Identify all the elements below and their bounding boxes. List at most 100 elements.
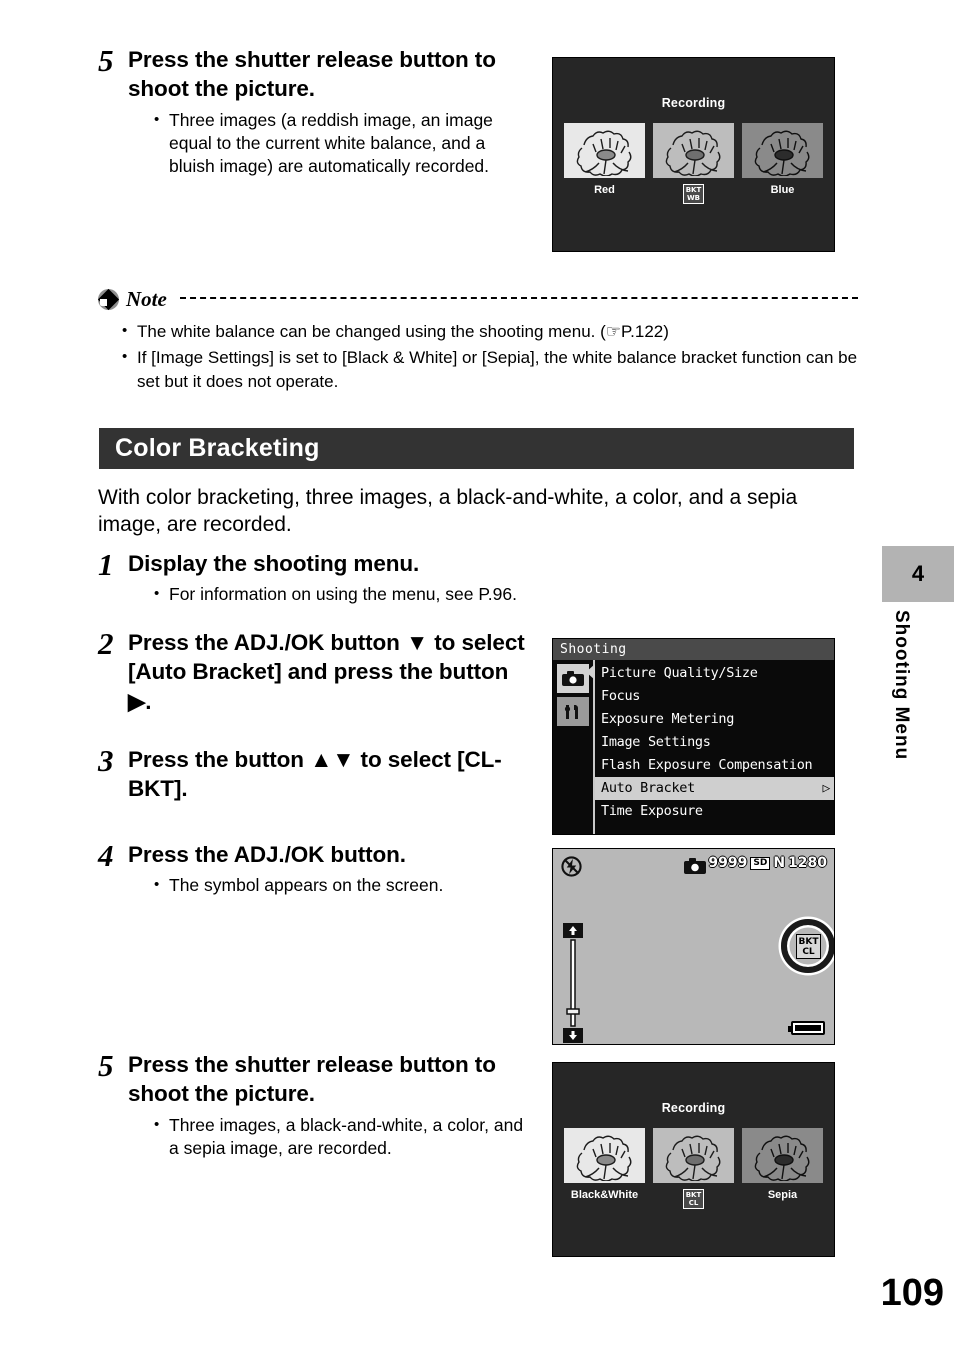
thumbnail-labels: Black&White BKT CL Sepia bbox=[564, 1189, 823, 1209]
page-number: 109 bbox=[880, 1272, 944, 1314]
badge-bottom-text: CL bbox=[688, 1199, 699, 1207]
cl-recording-screenshot: Recording Black&White BKT CL Sepia bbox=[552, 1062, 835, 1257]
bkt-top-text: BKT bbox=[798, 936, 819, 947]
step-number: 1 bbox=[98, 547, 114, 582]
step-bullets: • For information on using the menu, see… bbox=[128, 583, 548, 606]
chapter-tab: 4 bbox=[882, 546, 954, 602]
step-bullets: • Three images, a black-and-white, a col… bbox=[128, 1114, 528, 1161]
step-number: 4 bbox=[98, 838, 114, 873]
battery-icon bbox=[788, 1021, 825, 1035]
step-bullets: • The symbol appears on the screen. bbox=[128, 874, 538, 897]
step-title: Press the button ▲▼ to select [CL-BKT]. bbox=[128, 747, 502, 802]
menu-item-exposure-metering[interactable]: Exposure Metering bbox=[595, 708, 834, 731]
bullet-dot: • bbox=[154, 876, 160, 894]
camera-icon[interactable] bbox=[557, 664, 589, 693]
bkt-cl-icon: BKT CL bbox=[796, 934, 821, 959]
badge-top-text: BKT bbox=[685, 1191, 702, 1199]
recording-label: Recording bbox=[661, 96, 726, 110]
list-item: • For information on using the menu, see… bbox=[154, 583, 548, 606]
setup-glyph bbox=[564, 704, 578, 719]
sd-card-badge: SD bbox=[750, 856, 771, 870]
flower-icon bbox=[576, 130, 632, 176]
section-title: Color Bracketing bbox=[115, 434, 320, 462]
setup-icon[interactable] bbox=[557, 697, 589, 726]
flower-icon bbox=[665, 1135, 721, 1181]
thumbnail-labels: Red BKT WB Blue bbox=[564, 184, 823, 204]
list-item: • The white balance can be changed using… bbox=[122, 320, 858, 344]
menu-item-time-exposure[interactable]: Time Exposure bbox=[595, 800, 834, 823]
thumbnail-row bbox=[564, 123, 823, 178]
bkt-cl-badge: BKT CL bbox=[682, 1189, 705, 1209]
menu-item-auto-bracket[interactable]: Auto Bracket ▷ bbox=[595, 777, 834, 800]
image-size: 1280 bbox=[788, 855, 827, 871]
note-block: Note • The white balance can be changed … bbox=[97, 287, 858, 394]
still-mode-icon bbox=[684, 858, 706, 874]
step-title: Display the shooting menu. bbox=[128, 551, 420, 576]
step-2: 2 Press the ADJ./OK button ▼ to select [… bbox=[98, 628, 530, 716]
menu-item-image-settings[interactable]: Image Settings bbox=[595, 731, 834, 754]
bullet-text: The white balance can be changed using t… bbox=[137, 322, 669, 341]
note-divider bbox=[179, 296, 858, 299]
label-bkt-cl: BKT CL bbox=[653, 1189, 734, 1209]
list-item: • Three images (a reddish image, an imag… bbox=[154, 109, 528, 179]
lcd-liveview-screenshot: 9999 SD N 1280 BKT CL bbox=[552, 848, 835, 1045]
step-bullets: • Three images (a reddish image, an imag… bbox=[128, 109, 528, 179]
menu-item-focus[interactable]: Focus bbox=[595, 685, 834, 708]
thumbnail-sepia bbox=[742, 1128, 823, 1183]
label-black-and-white: Black&White bbox=[570, 1189, 639, 1201]
thumbnail-red bbox=[564, 123, 645, 178]
label-sepia: Sepia bbox=[767, 1189, 798, 1201]
menu-item-flash-exposure-compensation[interactable]: Flash Exposure Compensation bbox=[595, 754, 834, 777]
flower-icon bbox=[754, 1135, 810, 1181]
menu-tab-icons bbox=[553, 660, 593, 834]
lcd-status-bar: 9999 SD N 1280 bbox=[708, 855, 827, 871]
menu-selection-caret-icon bbox=[586, 664, 595, 680]
list-item: • Three images, a black-and-white, a col… bbox=[154, 1114, 528, 1161]
step-number: 3 bbox=[98, 743, 114, 778]
shots-remaining: 9999 bbox=[708, 855, 748, 871]
step-1: 1 Display the shooting menu. • For infor… bbox=[98, 549, 548, 607]
note-bullets: • The white balance can be changed using… bbox=[98, 320, 858, 394]
bullet-text: The symbol appears on the screen. bbox=[169, 875, 444, 896]
thumbnail-black-and-white bbox=[564, 1128, 645, 1183]
bullet-dot: • bbox=[154, 585, 160, 603]
shooting-menu-screenshot: Shooting Picture Quality/Size Focus Expo… bbox=[552, 638, 835, 835]
step-number: 5 bbox=[98, 43, 114, 78]
image-quality: N bbox=[773, 855, 786, 871]
bullet-text: Three images (a reddish image, an image … bbox=[169, 109, 493, 177]
bullet-dot: • bbox=[122, 348, 128, 366]
step-wb-5: 5 Press the shutter release button to sh… bbox=[98, 45, 528, 178]
menu-item-picture-quality-size[interactable]: Picture Quality/Size bbox=[595, 662, 834, 685]
list-item: • If [Image Settings] is set to [Black &… bbox=[122, 346, 858, 394]
flower-icon bbox=[576, 1135, 632, 1181]
step-number: 5 bbox=[98, 1048, 114, 1083]
step-title: Press the ADJ./OK button. bbox=[128, 842, 406, 867]
section-intro-text: With color bracketing, three images, a b… bbox=[98, 486, 798, 537]
label-blue: Blue bbox=[770, 184, 795, 196]
step-title: Press the shutter release button to shoo… bbox=[128, 1052, 496, 1107]
step-title: Press the shutter release button to shoo… bbox=[128, 47, 496, 102]
bkt-bottom-text: CL bbox=[802, 946, 815, 957]
bullet-text: If [Image Settings] is set to [Black & W… bbox=[137, 348, 858, 392]
flash-off-icon bbox=[561, 856, 582, 877]
note-header: Note bbox=[97, 287, 858, 312]
zoom-slider[interactable] bbox=[562, 923, 584, 1043]
flower-icon bbox=[665, 130, 721, 176]
recording-label: Recording bbox=[661, 1101, 726, 1115]
badge-bottom-text: WB bbox=[686, 194, 701, 202]
thumbnail-row bbox=[564, 1128, 823, 1183]
menu-header-title: Shooting bbox=[553, 639, 834, 660]
chapter-number: 4 bbox=[911, 561, 925, 586]
thumbnail-color bbox=[653, 1128, 734, 1183]
section-heading-bar: Color Bracketing bbox=[99, 428, 854, 469]
bullet-text: Three images, a black-and-white, a color… bbox=[169, 1114, 524, 1158]
step-title: Press the ADJ./OK button ▼ to select [Au… bbox=[128, 630, 525, 714]
menu-item-list: Picture Quality/Size Focus Exposure Mete… bbox=[586, 660, 834, 834]
wb-recording-screenshot: Recording Red BKT WB Blue bbox=[552, 57, 835, 252]
bullet-text: For information on using the menu, see P… bbox=[169, 584, 517, 605]
menu-item-label: Auto Bracket bbox=[601, 780, 695, 796]
bullet-dot: • bbox=[154, 110, 160, 128]
flower-icon bbox=[754, 130, 810, 176]
step-4: 4 Press the ADJ./OK button. • The symbol… bbox=[98, 840, 538, 898]
thumbnail-blue bbox=[742, 123, 823, 178]
